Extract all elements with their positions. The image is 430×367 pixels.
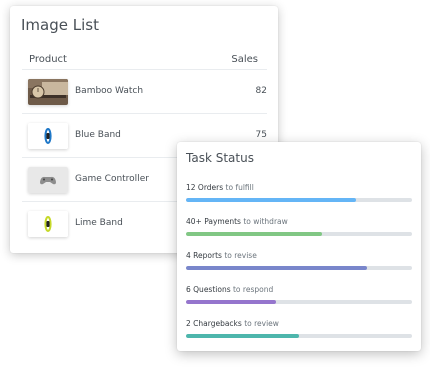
- task-label: 2 Chargebacks to review: [186, 319, 412, 328]
- progress-fill: [186, 198, 356, 202]
- task-count: 4 Reports: [186, 251, 222, 260]
- image-list-title: Image List: [21, 16, 99, 34]
- column-header-sales[interactable]: Sales: [231, 54, 258, 65]
- progress-track: [186, 266, 412, 270]
- progress-fill: [186, 266, 367, 270]
- task-label: 40+ Payments to withdraw: [186, 217, 412, 226]
- task-count: 12 Orders: [186, 183, 224, 192]
- task-item: 40+ Payments to withdraw: [186, 217, 412, 236]
- task-count: 40+ Payments: [186, 217, 241, 226]
- table-row[interactable]: Bamboo Watch 82: [22, 69, 267, 114]
- progress-fill: [186, 300, 277, 304]
- task-item: 4 Reports to revise: [186, 251, 412, 270]
- progress-track: [186, 300, 412, 304]
- task-description: to revise: [221, 251, 257, 260]
- product-sales: 75: [255, 130, 267, 140]
- task-description: to withdraw: [240, 217, 288, 226]
- task-label: 4 Reports to revise: [186, 251, 412, 260]
- bamboo-watch-icon: [28, 79, 68, 105]
- product-sales: 82: [255, 86, 267, 96]
- task-item: 2 Chargebacks to review: [186, 319, 412, 338]
- task-count: 2 Chargebacks: [186, 319, 242, 328]
- page: Image List Product Sales Bamboo Watch 82: [0, 0, 430, 367]
- blue-band-icon: [28, 123, 68, 149]
- task-item: 6 Questions to respond: [186, 285, 412, 304]
- product-name: Bamboo Watch: [75, 86, 144, 96]
- task-label: 12 Orders to fulfill: [186, 183, 412, 192]
- task-label: 6 Questions to respond: [186, 285, 412, 294]
- task-item: 12 Orders to fulfill: [186, 183, 412, 202]
- lime-band-icon: [28, 211, 68, 237]
- product-name: Blue Band: [75, 130, 121, 140]
- progress-fill: [186, 334, 299, 338]
- product-name: Lime Band: [75, 218, 123, 228]
- task-description: to fulfill: [223, 183, 254, 192]
- product-name: Game Controller: [75, 174, 149, 184]
- task-status-title: Task Status: [186, 151, 254, 165]
- task-status-card: Task Status 12 Orders to fulfill 40+ Pay…: [177, 142, 421, 351]
- progress-track: [186, 198, 412, 202]
- task-description: to respond: [230, 285, 274, 294]
- game-controller-icon: [28, 167, 68, 193]
- column-header-product[interactable]: Product: [29, 54, 67, 65]
- progress-track: [186, 232, 412, 236]
- task-description: to review: [241, 319, 279, 328]
- task-count: 6 Questions: [186, 285, 231, 294]
- progress-track: [186, 334, 412, 338]
- progress-fill: [186, 232, 322, 236]
